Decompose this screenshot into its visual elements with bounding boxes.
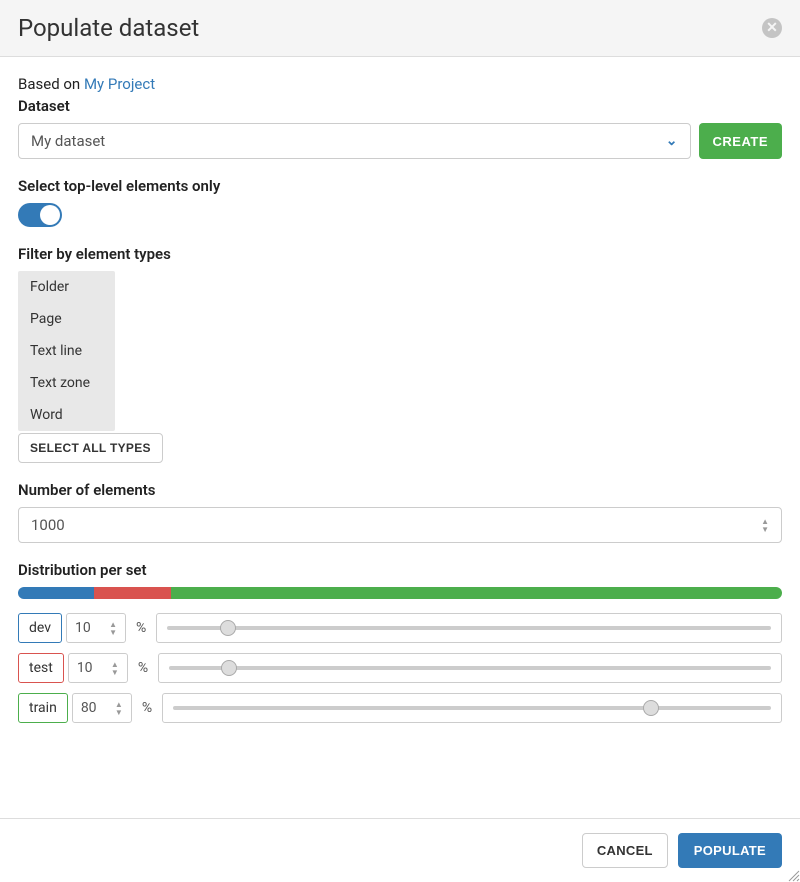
dist-pct-input-dev[interactable]: 10 ▲▼ bbox=[66, 613, 126, 643]
type-item-textzone[interactable]: Text zone bbox=[18, 367, 115, 399]
type-list: Folder Page Text line Text zone Word bbox=[18, 271, 115, 431]
modal-header: Populate dataset ✕ bbox=[0, 0, 800, 57]
filter-types-section: Filter by element types Folder Page Text… bbox=[18, 245, 782, 463]
based-on-prefix: Based on bbox=[18, 75, 84, 93]
top-level-label: Select top-level elements only bbox=[18, 177, 782, 195]
number-elements-value: 1000 bbox=[31, 516, 65, 534]
cancel-button[interactable]: CANCEL bbox=[582, 833, 668, 868]
type-item-page[interactable]: Page bbox=[18, 303, 115, 335]
modal-title: Populate dataset bbox=[18, 14, 199, 42]
dist-pct-value-dev: 10 bbox=[75, 620, 91, 636]
dist-name-train[interactable]: train bbox=[18, 693, 68, 723]
dataset-label: Dataset bbox=[18, 97, 782, 115]
dist-row-train: train 80 ▲▼ % bbox=[18, 693, 782, 723]
number-stepper[interactable]: ▲▼ bbox=[761, 518, 769, 533]
number-elements-section: Number of elements 1000 ▲▼ bbox=[18, 481, 782, 543]
close-icon: ✕ bbox=[766, 20, 778, 36]
slider-train[interactable] bbox=[173, 706, 771, 710]
dataset-select[interactable]: My dataset ⌄ bbox=[18, 123, 691, 159]
populate-button[interactable]: POPULATE bbox=[678, 833, 782, 868]
chevron-down-icon: ⌄ bbox=[666, 133, 678, 149]
dataset-row: My dataset ⌄ CREATE bbox=[18, 123, 782, 159]
dataset-selected-value: My dataset bbox=[31, 132, 105, 150]
top-level-section: Select top-level elements only bbox=[18, 177, 782, 227]
toggle-knob bbox=[40, 205, 60, 225]
dist-pct-value-train: 80 bbox=[81, 700, 97, 716]
dist-pct-input-train[interactable]: 80 ▲▼ bbox=[72, 693, 132, 723]
type-item-folder[interactable]: Folder bbox=[18, 271, 115, 303]
dist-bar-seg-dev bbox=[18, 587, 94, 599]
slider-box-dev bbox=[156, 613, 782, 643]
slider-thumb-test[interactable] bbox=[221, 660, 237, 676]
dist-stepper-test[interactable]: ▲▼ bbox=[111, 661, 119, 676]
slider-thumb-dev[interactable] bbox=[220, 620, 236, 636]
distribution-bar bbox=[18, 587, 782, 599]
dist-bar-seg-train bbox=[171, 587, 782, 599]
dist-row-test: test 10 ▲▼ % bbox=[18, 653, 782, 683]
type-item-textline[interactable]: Text line bbox=[18, 335, 115, 367]
dist-stepper-dev[interactable]: ▲▼ bbox=[109, 621, 117, 636]
select-all-types-button[interactable]: SELECT ALL TYPES bbox=[18, 433, 163, 463]
pct-symbol-dev: % bbox=[130, 613, 152, 643]
create-button[interactable]: CREATE bbox=[699, 123, 782, 159]
project-link[interactable]: My Project bbox=[84, 75, 155, 93]
based-on-text: Based on My Project bbox=[18, 75, 782, 93]
dist-stepper-train[interactable]: ▲▼ bbox=[115, 701, 123, 716]
modal-content: Based on My Project Dataset My dataset ⌄… bbox=[0, 57, 800, 818]
distribution-label: Distribution per set bbox=[18, 561, 782, 579]
pct-symbol-test: % bbox=[132, 653, 154, 683]
slider-box-train bbox=[162, 693, 782, 723]
dist-row-dev: dev 10 ▲▼ % bbox=[18, 613, 782, 643]
type-item-word[interactable]: Word bbox=[18, 399, 115, 431]
number-elements-label: Number of elements bbox=[18, 481, 782, 499]
dist-pct-value-test: 10 bbox=[77, 660, 93, 676]
dist-pct-input-test[interactable]: 10 ▲▼ bbox=[68, 653, 128, 683]
filter-types-label: Filter by element types bbox=[18, 245, 782, 263]
modal-footer: CANCEL POPULATE bbox=[0, 818, 800, 882]
top-level-toggle[interactable] bbox=[18, 203, 62, 227]
close-button[interactable]: ✕ bbox=[762, 18, 782, 38]
slider-test[interactable] bbox=[169, 666, 771, 670]
slider-thumb-train[interactable] bbox=[643, 700, 659, 716]
dist-name-dev[interactable]: dev bbox=[18, 613, 62, 643]
number-elements-input[interactable]: 1000 ▲▼ bbox=[18, 507, 782, 543]
dist-bar-seg-test bbox=[94, 587, 170, 599]
slider-dev[interactable] bbox=[167, 626, 771, 630]
dist-name-test[interactable]: test bbox=[18, 653, 64, 683]
distribution-section: Distribution per set dev 10 ▲▼ % test 10 bbox=[18, 561, 782, 723]
slider-box-test bbox=[158, 653, 782, 683]
pct-symbol-train: % bbox=[136, 693, 158, 723]
